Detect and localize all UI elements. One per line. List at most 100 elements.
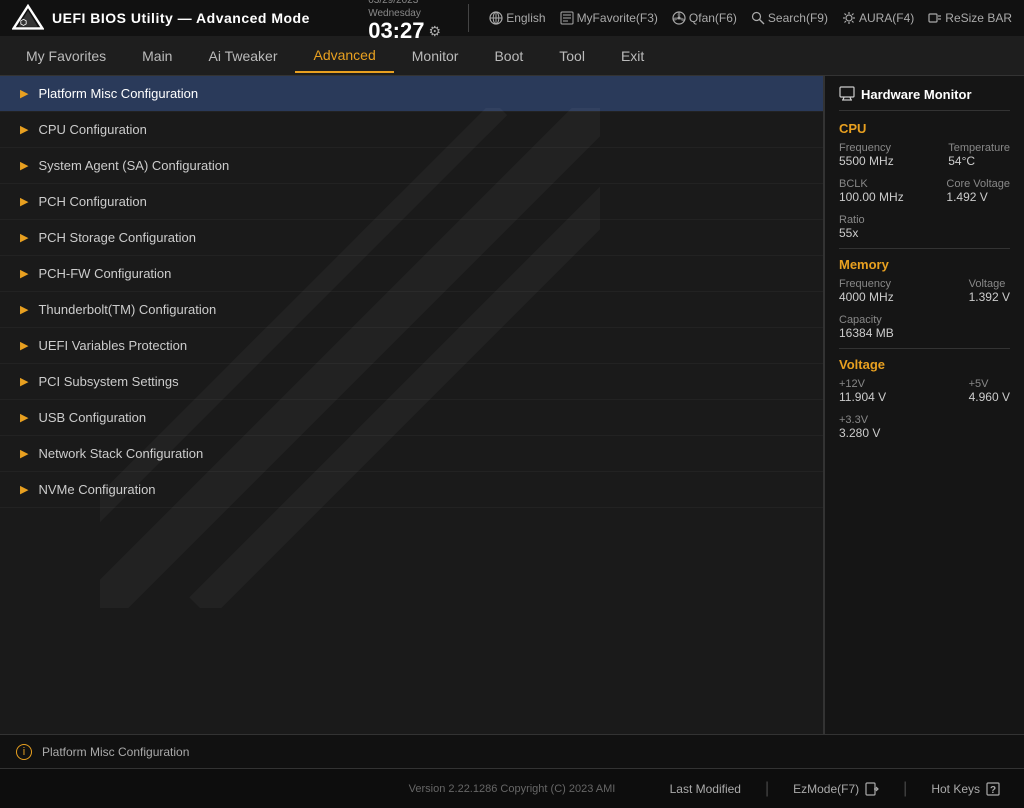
mem-capacity-value: 16384 MB [839,326,1010,340]
language-tool[interactable]: English [489,11,545,25]
menu-item-usb-config[interactable]: ▶ USB Configuration [0,400,823,436]
tab-main[interactable]: Main [124,40,190,72]
divider: | [765,780,769,798]
svg-text:⬡: ⬡ [20,18,27,27]
menu-item-nvme-config[interactable]: ▶ NVMe Configuration [0,472,823,508]
tab-tool[interactable]: Tool [541,40,603,72]
menu-item-pch-fw[interactable]: ▶ PCH-FW Configuration [0,256,823,292]
voltage-12v-row: +12V 11.904 V +5V 4.960 V [839,378,1010,410]
cpu-voltage-label: Core Voltage [946,178,1010,190]
menu-item-system-agent[interactable]: ▶ System Agent (SA) Configuration [0,148,823,184]
arrow-icon: ▶ [20,195,28,208]
arrow-icon: ▶ [20,123,28,136]
menu-item-network-stack[interactable]: ▶ Network Stack Configuration [0,436,823,472]
v12-label: +12V [839,378,886,390]
cpu-freq-value: 5500 MHz [839,154,894,168]
menu-item-label: PCH-FW Configuration [38,266,171,281]
clock-area: 03/29/2023Wednesday 03:27 ⚙ [368,0,448,42]
menu-item-cpu-config[interactable]: ▶ CPU Configuration [0,112,823,148]
hot-keys-button[interactable]: Hot Keys ? [923,778,1008,800]
menu-item-label: PCH Configuration [38,194,146,209]
status-bar: i Platform Misc Configuration [0,734,1024,768]
logo-area: ⬡ UEFI BIOS Utility — Advanced Mode [12,4,310,32]
cpu-bclk-label: BCLK [839,178,904,190]
arrow-icon: ▶ [20,267,28,280]
arrow-icon: ▶ [20,339,28,352]
arrow-icon: ▶ [20,447,28,460]
arrow-icon: ▶ [20,375,28,388]
asus-logo-icon: ⬡ [12,4,44,32]
divider: | [903,780,907,798]
date-display: 03/29/2023Wednesday [368,0,421,20]
arrow-icon: ▶ [20,87,28,100]
menu-item-platform-misc[interactable]: ▶ Platform Misc Configuration [0,76,823,112]
tab-advanced[interactable]: Advanced [295,39,393,73]
info-icon: i [16,744,32,760]
mem-freq-label: Frequency [839,278,894,290]
bottom-bar: Version 2.22.1286 Copyright (C) 2023 AMI… [0,768,1024,808]
mem-capacity-label: Capacity [839,314,1010,326]
v5-label: +5V [969,378,1010,390]
app-title: UEFI BIOS Utility — Advanced Mode [52,10,310,26]
ez-mode-button[interactable]: EzMode(F7) [785,778,887,800]
cpu-ratio-label: Ratio [839,214,1010,226]
content-area: ▶ Platform Misc Configuration ▶ CPU Conf… [0,76,1024,734]
hw-divider-cpu [839,248,1010,249]
myfavorite-tool[interactable]: MyFavorite(F3) [560,11,658,25]
svg-text:?: ? [990,785,996,796]
menu-item-thunderbolt[interactable]: ▶ Thunderbolt(TM) Configuration [0,292,823,328]
menu-item-pch-config[interactable]: ▶ PCH Configuration [0,184,823,220]
hw-monitor-title: Hardware Monitor [839,86,1010,111]
arrow-icon: ▶ [20,159,28,172]
menu-item-label: Platform Misc Configuration [38,86,198,101]
voltage-section-title: Voltage [839,357,1010,372]
tab-ai-tweaker[interactable]: Ai Tweaker [190,40,295,72]
menu-item-pch-storage[interactable]: ▶ PCH Storage Configuration [0,220,823,256]
tab-exit[interactable]: Exit [603,40,662,72]
nav-bar: My Favorites Main Ai Tweaker Advanced Mo… [0,36,1024,76]
settings-icon[interactable]: ⚙ [428,23,441,40]
v5-value: 4.960 V [969,390,1010,404]
tab-my-favorites[interactable]: My Favorites [8,40,124,72]
resizebar-tool[interactable]: ReSize BAR [928,11,1012,25]
aura-tool[interactable]: AURA(F4) [842,11,914,25]
tab-monitor[interactable]: Monitor [394,40,477,72]
v12-value: 11.904 V [839,390,886,404]
top-bar: ⬡ UEFI BIOS Utility — Advanced Mode 03/2… [0,0,1024,36]
menu-item-label: CPU Configuration [38,122,146,137]
star-icon [560,11,574,25]
cpu-temp-value: 54°C [948,154,1010,168]
cpu-section-title: CPU [839,121,1010,136]
cpu-temp-label: Temperature [948,142,1010,154]
last-modified-label: Last Modified [670,782,741,796]
cpu-freq-row: Frequency 5500 MHz Temperature 54°C [839,142,1010,174]
menu-item-label: System Agent (SA) Configuration [38,158,229,173]
question-icon: ? [986,782,1000,796]
search-tool[interactable]: Search(F9) [751,11,828,25]
memory-section-title: Memory [839,257,1010,272]
arrow-icon: ▶ [20,411,28,424]
monitor-icon [839,86,855,102]
cpu-freq-label: Frequency [839,142,894,154]
globe-icon [489,11,503,25]
menu-item-uefi-vars[interactable]: ▶ UEFI Variables Protection [0,328,823,364]
resize-icon [928,11,942,25]
qfan-tool[interactable]: Qfan(F6) [672,11,737,25]
search-icon [751,11,765,25]
menu-item-pci-subsystem[interactable]: ▶ PCI Subsystem Settings [0,364,823,400]
menu-item-label: PCH Storage Configuration [38,230,196,245]
menu-item-label: NVMe Configuration [38,482,155,497]
menu-item-label: PCI Subsystem Settings [38,374,178,389]
top-tools: English MyFavorite(F3) Qfan(F6) Search(F… [489,11,1012,25]
cpu-ratio-value: 55x [839,226,1010,240]
cpu-voltage-value: 1.492 V [946,190,1010,204]
version-text: Version 2.22.1286 Copyright (C) 2023 AMI [409,783,616,795]
cpu-bclk-row: BCLK 100.00 MHz Core Voltage 1.492 V [839,178,1010,210]
aura-icon [842,11,856,25]
status-description: Platform Misc Configuration [42,745,189,759]
arrow-icon: ▶ [20,303,28,316]
hw-divider-memory [839,348,1010,349]
left-panel: ▶ Platform Misc Configuration ▶ CPU Conf… [0,76,824,734]
last-modified-button[interactable]: Last Modified [662,778,749,800]
tab-boot[interactable]: Boot [476,40,541,72]
